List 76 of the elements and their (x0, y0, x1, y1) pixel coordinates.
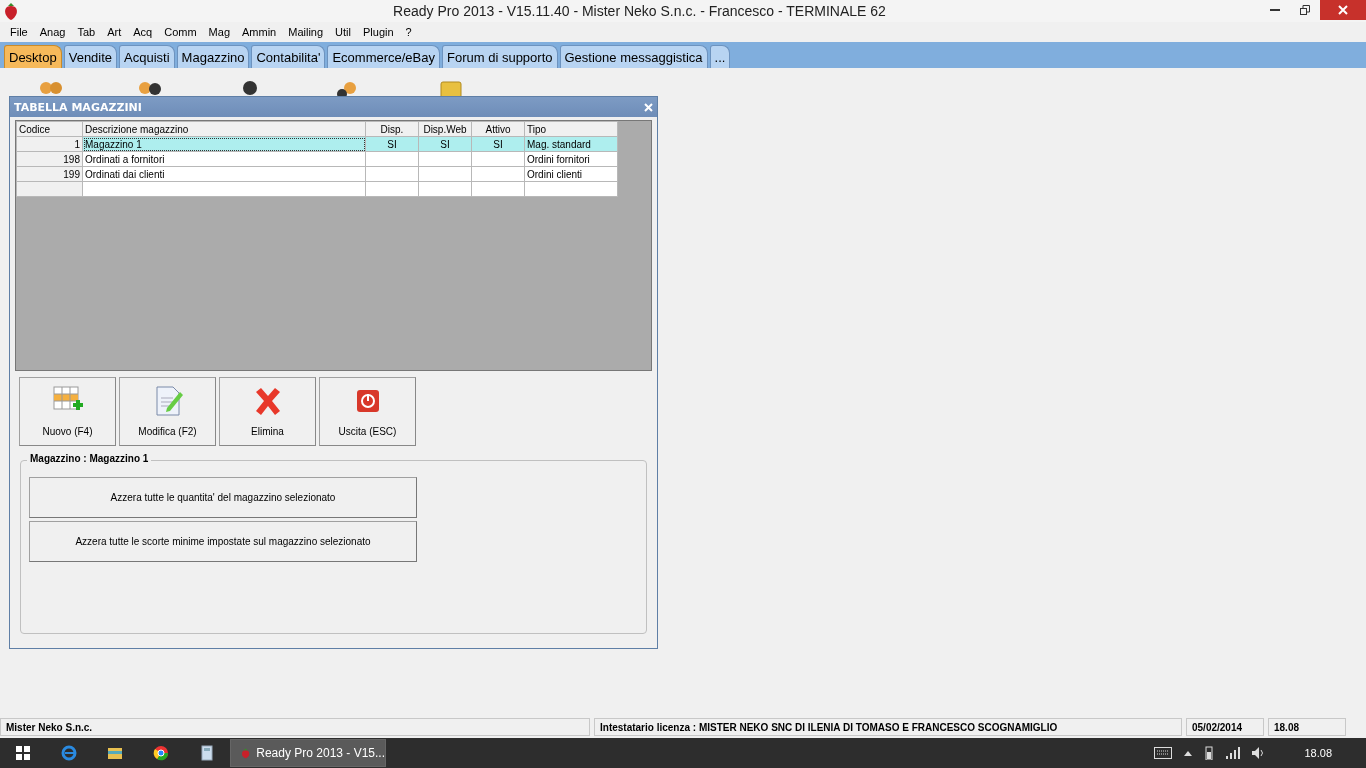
toolbar-button[interactable]: Uscita (ESC) (319, 377, 416, 446)
tab[interactable]: Forum di supporto (442, 45, 558, 68)
calculator-icon[interactable] (199, 745, 215, 761)
table-row[interactable]: 1 Magazzino 1 SI SI SI Mag. standard (16, 136, 618, 152)
tab[interactable]: Magazzino (176, 45, 250, 68)
menu-item[interactable]: Mailing (282, 26, 330, 38)
strawberry-icon (3, 2, 19, 20)
toolbar-button[interactable]: Modifica (F2) (119, 377, 216, 446)
group-title: Magazzino : Magazzino 1 (27, 453, 152, 464)
folder-icon[interactable] (107, 745, 123, 761)
keyboard-icon[interactable] (1154, 747, 1173, 759)
window-title: Ready Pro 2013 - V15.11.40 - Mister Neko S.n.c. - Francesco - TERMINALE 62 (392, 3, 887, 19)
signal-icon[interactable] (1226, 747, 1241, 759)
taskbar-app-button[interactable]: Ready Pro 2013 - V15... (230, 739, 386, 767)
menu-item[interactable]: Mag (202, 26, 236, 38)
status-panel: Intestatario licenza : MISTER NEKO SNC DI ILENIA DI TOMASO E FRANCESCO SCOGNAMIGLIO (594, 718, 1182, 736)
people-icon (38, 80, 64, 96)
menu-item[interactable]: File (4, 26, 34, 38)
column-header[interactable]: Tipo (524, 121, 618, 137)
table-cell: SI (387, 138, 397, 150)
tab[interactable]: Desktop (4, 45, 62, 68)
battery-icon[interactable] (1204, 746, 1215, 760)
restore-icon (1300, 5, 1310, 15)
table-cell: Ordini fornitori (527, 153, 590, 165)
tab[interactable]: Ecommerce/eBay (327, 45, 440, 68)
tab[interactable]: Contabilita' (251, 45, 326, 68)
toolbar-button[interactable]: Nuovo (F4) (19, 377, 116, 446)
tab[interactable]: ... (709, 45, 731, 68)
menu-item[interactable]: Tab (71, 26, 102, 38)
table-cell: Ordinati dai clienti (85, 168, 165, 180)
table-row[interactable]: 199 Ordinati dai clienti Ordini clienti (16, 166, 618, 182)
folder-icon (438, 80, 464, 96)
browser-circle-icon[interactable] (153, 745, 169, 761)
column-header[interactable]: Codice (16, 121, 83, 137)
tab[interactable]: Acquisti (119, 45, 175, 68)
toolbar-button[interactable]: Elimina (219, 377, 316, 446)
tab[interactable]: Gestione messaggistica (559, 45, 708, 68)
menu-item[interactable]: Art (101, 26, 128, 38)
action-button[interactable]: Azzera tutte le quantita' del magazzino selezionato (29, 477, 417, 518)
menu-item[interactable]: Ammin (236, 26, 283, 38)
column-header[interactable]: Disp. (365, 121, 419, 137)
people-icon (137, 80, 163, 96)
table-cell: Ordinati a fornitori (85, 153, 165, 165)
start-icon[interactable] (15, 745, 31, 761)
column-header[interactable]: Attivo (471, 121, 525, 137)
status-panel: 18.08 (1268, 718, 1346, 736)
close-icon[interactable] (644, 102, 653, 112)
table-cell: SI (493, 138, 503, 150)
status-panel: Mister Neko S.n.c. (0, 718, 590, 736)
close-button[interactable] (1320, 0, 1366, 20)
table-row[interactable]: 198 Ordinati a fornitori Ordini fornitori (16, 151, 618, 167)
strawberry-icon (241, 745, 251, 761)
menu-item[interactable]: Acq (127, 26, 159, 38)
browser-e-icon[interactable] (61, 745, 77, 761)
menu-item[interactable]: Anag (33, 26, 72, 38)
dialog-title: TABELLA MAGAZZINI (14, 100, 142, 114)
table-cell: Magazzino 1 (85, 138, 142, 150)
menu-item[interactable]: Comm (158, 26, 203, 38)
menu-item[interactable]: ? (399, 26, 418, 38)
column-header[interactable]: Descrizione magazzino (82, 121, 366, 137)
chevron-up-icon[interactable] (1184, 750, 1193, 756)
table-cell: Ordini clienti (527, 168, 583, 180)
tab[interactable]: Vendite (63, 45, 118, 68)
table-cell: 1 (74, 138, 80, 150)
clock: 18.08 (1304, 747, 1332, 759)
status-panel: 05/02/2014 (1186, 718, 1264, 736)
table-cell: Mag. standard (527, 138, 591, 150)
column-header[interactable]: Disp.Web (418, 121, 472, 137)
minimize-icon (1270, 9, 1280, 11)
table-cell: 199 (63, 168, 80, 180)
table-cell: 198 (63, 153, 80, 165)
table-cell: SI (440, 138, 450, 150)
action-button[interactable]: Azzera tutte le scorte minime impostate sul magazzino selezionato (29, 521, 417, 562)
menu-item[interactable]: Plugin (357, 26, 400, 38)
menu-item[interactable]: Util (329, 26, 357, 38)
close-icon (1338, 5, 1348, 15)
